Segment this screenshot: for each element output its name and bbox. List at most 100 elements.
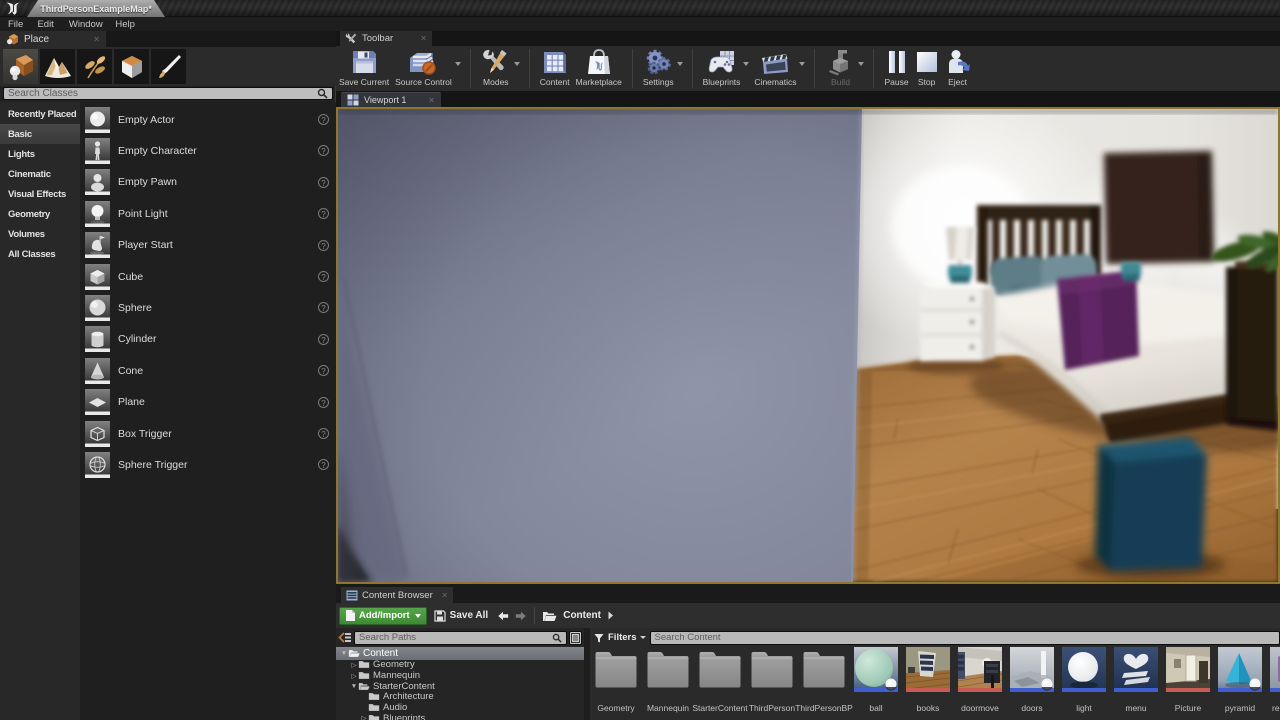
tree-item-blueprints[interactable]: ▷ Blueprints: [336, 713, 584, 720]
menu-file[interactable]: File: [8, 17, 33, 32]
toolbar-tab-close-icon[interactable]: ✕: [420, 34, 427, 43]
content-browser-tab-close-icon[interactable]: ✕: [441, 591, 448, 600]
category-visual-effects[interactable]: Visual Effects: [0, 184, 80, 204]
tree-expanded-icon[interactable]: ▼: [350, 683, 358, 690]
category-volumes[interactable]: Volumes: [0, 224, 80, 244]
asset-tile-light[interactable]: light: [1062, 647, 1106, 720]
toolbar-tab[interactable]: Toolbar ✕: [340, 31, 432, 46]
folder-tile-thirdperson[interactable]: ThirdPerson: [749, 647, 795, 720]
mode-button-geometry-editing[interactable]: [114, 49, 149, 84]
place-item-cylinder[interactable]: Cylinder?: [80, 324, 336, 355]
menu-window[interactable]: Window: [69, 17, 111, 32]
mode-button-place[interactable]: [3, 49, 38, 84]
cinematics-button[interactable]: Cinematics: [751, 46, 799, 91]
blueprints-button[interactable]: Blueprints: [700, 46, 744, 91]
tree-item-audio[interactable]: Audio: [336, 702, 584, 713]
asset-tile-re[interactable]: re: [1270, 647, 1280, 720]
asset-tile-pyramid[interactable]: pyramid: [1218, 647, 1262, 720]
save-current-button[interactable]: Save Current: [336, 46, 392, 91]
category-lights[interactable]: Lights: [0, 144, 80, 164]
settings-button[interactable]: Settings: [640, 46, 677, 91]
eject-button[interactable]: Eject: [942, 46, 974, 91]
search-paths-input[interactable]: Search Paths: [354, 630, 567, 645]
dropdown-caret-icon[interactable]: [799, 61, 806, 66]
viewport-tab-close-icon[interactable]: ✕: [428, 96, 435, 105]
place-item-box-trigger[interactable]: Box Trigger?: [80, 418, 336, 449]
asset-tile-picture[interactable]: Picture: [1166, 647, 1210, 720]
viewport-3d-scene[interactable]: [336, 107, 1280, 584]
menu-help[interactable]: Help: [115, 17, 135, 32]
tree-item-startercontent[interactable]: ▼ StarterContent: [336, 681, 584, 692]
tree-item-geometry[interactable]: ▷ Geometry: [336, 659, 584, 670]
asset-tile-books[interactable]: books: [906, 647, 950, 720]
place-item-player-start[interactable]: Player Start?: [80, 230, 336, 261]
menu-edit[interactable]: Edit: [37, 17, 64, 32]
breadcrumb-content[interactable]: Content: [563, 610, 601, 621]
place-item-cone[interactable]: Cone?: [80, 355, 336, 386]
place-item-empty-pawn[interactable]: Empty Pawn?: [80, 167, 336, 198]
place-item-label: Point Light: [118, 207, 168, 220]
document-tab[interactable]: ThirdPersonExampleMap*: [27, 0, 165, 17]
content-button[interactable]: Content: [537, 46, 573, 91]
place-tab-close-icon[interactable]: ✕: [93, 35, 100, 44]
dropdown-caret-icon[interactable]: [858, 61, 865, 66]
sources-toggle-icon[interactable]: [338, 631, 352, 644]
place-item-cube[interactable]: Cube?: [80, 261, 336, 292]
save-all-button[interactable]: Save All: [434, 609, 488, 622]
add-import-button[interactable]: Add/Import: [339, 606, 427, 625]
asset-tile-menu[interactable]: menu: [1114, 647, 1158, 720]
mode-button-mesh-paint[interactable]: [151, 49, 186, 84]
place-item-plane[interactable]: Plane?: [80, 387, 336, 418]
place-item-point-light[interactable]: Point Light?: [80, 198, 336, 229]
folder-tile-startercontent[interactable]: StarterContent: [692, 647, 748, 720]
tree-item-label: Mannequin: [373, 670, 421, 682]
search-content-input[interactable]: Search Content: [649, 630, 1280, 645]
folder-tile-thirdpersonbp[interactable]: ThirdPersonBP: [795, 647, 853, 720]
mode-button-landscape[interactable]: [40, 49, 75, 84]
pause-button[interactable]: Pause: [881, 46, 911, 91]
place-item-empty-character[interactable]: Empty Character?: [80, 135, 336, 166]
filters-button[interactable]: Filters: [604, 632, 650, 643]
place-item-empty-actor[interactable]: Empty Actor?: [80, 104, 336, 135]
source-control-button[interactable]: Source Control: [392, 46, 455, 91]
breadcrumb-caret-icon[interactable]: [607, 611, 614, 620]
dropdown-caret-icon[interactable]: [743, 61, 750, 66]
category-basic[interactable]: Basic: [0, 124, 80, 144]
tree-collapsed-icon[interactable]: ▷: [350, 672, 358, 680]
tree-item-content[interactable]: ▼ Content: [336, 647, 584, 660]
category-geometry[interactable]: Geometry: [0, 204, 80, 224]
tree-item-mannequin[interactable]: ▷ Mannequin: [336, 670, 584, 681]
back-arrow-icon[interactable]: [497, 611, 509, 621]
place-tabstrip: Place ✕: [0, 31, 336, 47]
forward-arrow-icon[interactable]: [515, 611, 527, 621]
place-item-sphere[interactable]: Sphere?: [80, 292, 336, 323]
category-cinematic[interactable]: Cinematic: [0, 164, 80, 184]
sources-view-toggle-button[interactable]: [569, 630, 582, 645]
marketplace-button[interactable]: Marketplace: [573, 46, 625, 91]
folder-tile-geometry[interactable]: Geometry: [594, 647, 638, 720]
modes-button[interactable]: Modes: [478, 46, 514, 91]
content-browser-tab[interactable]: Content Browser ✕: [341, 587, 453, 603]
asset-tile-doors[interactable]: doors: [1010, 647, 1054, 720]
tree-collapsed-icon[interactable]: ▷: [360, 714, 368, 720]
dropdown-caret-icon[interactable]: [454, 61, 461, 66]
stop-button[interactable]: Stop: [912, 46, 942, 91]
place-item-sphere-trigger[interactable]: Sphere Trigger?: [80, 449, 336, 480]
dropdown-caret-icon[interactable]: [513, 61, 520, 66]
search-classes-input[interactable]: Search Classes: [3, 87, 333, 100]
viewport-tab[interactable]: Viewport 1 ✕: [341, 92, 441, 107]
asset-tile-doormove[interactable]: doormove: [958, 647, 1002, 720]
folder-tile-mannequin[interactable]: Mannequin: [646, 647, 690, 720]
place-mode-icon: [9, 54, 33, 80]
category-all-classes[interactable]: All Classes: [0, 244, 80, 264]
folder-tile-label: StarterContent: [692, 703, 748, 713]
tree-item-architecture[interactable]: Architecture: [336, 691, 584, 702]
tree-expanded-icon[interactable]: ▼: [340, 650, 348, 657]
build-button[interactable]: Build: [822, 46, 858, 91]
tree-collapsed-icon[interactable]: ▷: [350, 661, 358, 669]
asset-tile-ball[interactable]: ball: [854, 647, 898, 720]
place-tab[interactable]: Place ✕: [0, 31, 106, 47]
mode-button-foliage[interactable]: [77, 49, 112, 84]
dropdown-caret-icon[interactable]: [676, 61, 683, 66]
category-recently-placed[interactable]: Recently Placed: [0, 104, 80, 124]
